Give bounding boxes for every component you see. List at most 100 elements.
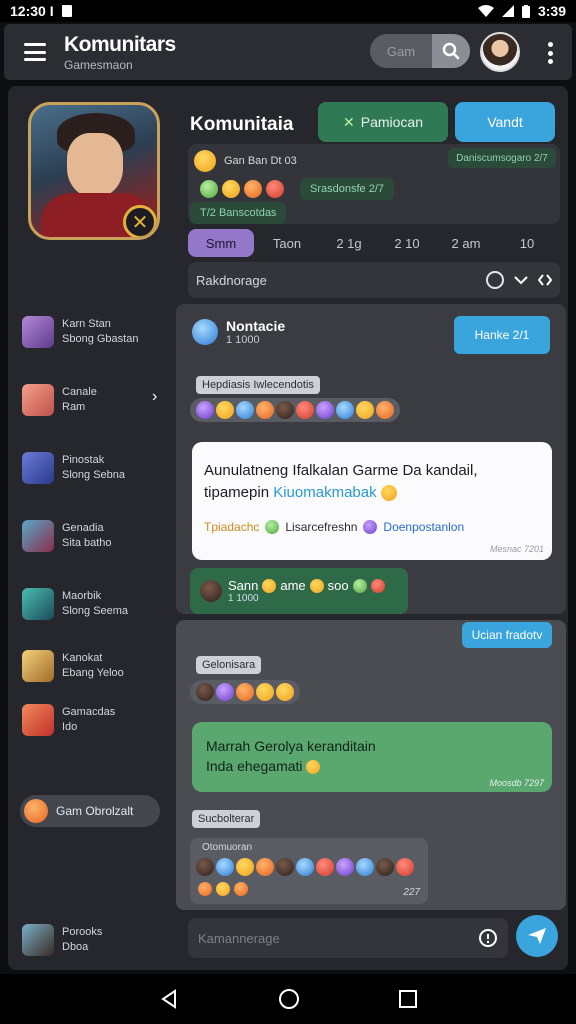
emoji-icon — [276, 858, 294, 876]
emoji-icon — [370, 578, 385, 593]
sidebar-item-sub: Slong Seema — [62, 605, 129, 617]
message-line: Aunulatneng Ifalkalan Garme Da kandail, — [204, 462, 478, 479]
chevron-down-icon[interactable] — [514, 275, 528, 285]
more-options-icon[interactable] — [547, 42, 553, 64]
emoji-icon — [198, 882, 212, 896]
reaction-row[interactable] — [190, 398, 400, 422]
primary-action-button[interactable]: ✕ Pamiocan — [318, 102, 448, 142]
chat-bubble-right[interactable]: Ucian fradotv — [462, 622, 552, 648]
sidebar-item-sub: Sita batho — [62, 537, 112, 549]
message-bubble-white[interactable]: Aunulatneng Ifalkalan Garme Da kandail, … — [192, 442, 552, 560]
back-icon[interactable] — [159, 989, 179, 1009]
emoji-icon — [216, 882, 230, 896]
sidebar-item-name: Karn Stan — [62, 318, 111, 330]
message-composer[interactable]: Kamannerage — [188, 918, 508, 958]
sidebar-item-5[interactable]: Kanokat Ebang Yeloo — [22, 650, 172, 682]
sidebar-item-4[interactable]: Maorbik Slong Seema — [22, 588, 172, 620]
sidebar-item-name: Gamacdas — [62, 706, 116, 718]
sidebar-item-3[interactable]: Genadia Sita batho — [22, 520, 172, 552]
sidebar-avatar — [22, 704, 54, 736]
secondary-action-button[interactable]: Vandt — [455, 102, 555, 142]
sidebar-item-6[interactable]: Gamacdas Ido — [22, 704, 172, 736]
chat-user-avatar — [200, 580, 222, 602]
chat-bubble-right[interactable]: Hanke 2/1 — [454, 316, 550, 354]
profile-avatar[interactable] — [480, 32, 520, 72]
emoji-icon — [216, 858, 234, 876]
emoji-picker-icon[interactable] — [478, 928, 498, 948]
chat-area: Nontacie 1 1000 Hanke 2/1 Hepdiasis Iwle… — [176, 304, 566, 910]
message-highlight[interactable]: Kiuomakmabak — [273, 484, 376, 501]
message-bubble-green-short[interactable]: Sann ame soo 1 1000 — [190, 568, 408, 614]
emoji-icon — [396, 858, 414, 876]
emoji-icon — [265, 520, 280, 534]
sidebar-item-name: Kanokat — [62, 652, 103, 664]
message-bubble-green[interactable]: Marrah Gerolya keranditain Inda ehegamat… — [192, 722, 552, 792]
search-button[interactable] — [432, 34, 470, 68]
emoji-icon — [316, 858, 334, 876]
message-link[interactable]: Doenpostanlon — [383, 520, 464, 534]
sidebar-item-1[interactable]: Canale Ram › — [22, 384, 172, 416]
tab-2[interactable]: 2 1g — [320, 229, 378, 257]
filter-toggle-icon[interactable] — [486, 271, 504, 289]
chat-chip: Gelonisara — [196, 656, 262, 674]
tab-4[interactable]: 2 am — [436, 229, 496, 257]
message-line: tipamepin — [204, 484, 270, 501]
footer-note: T/2 Banscotdas — [190, 202, 287, 224]
status-time-right: 3:39 — [537, 3, 566, 19]
sidebar-item-name: Maorbik — [62, 590, 102, 602]
tab-5[interactable]: 10 — [496, 229, 558, 257]
emoji-icon — [256, 683, 274, 701]
sidebar-avatar — [22, 650, 54, 682]
message-input-placeholder[interactable]: Kamannerage — [198, 931, 478, 946]
chat-user-name: Nontacie — [226, 318, 286, 334]
sidebar-avatar — [22, 452, 54, 484]
game-avatar-icon — [24, 799, 48, 823]
message-meta: 1 1000 — [228, 593, 259, 604]
reaction-row[interactable] — [190, 680, 300, 704]
tab-1[interactable]: Taon — [254, 229, 320, 257]
search-box[interactable]: Gam — [370, 34, 470, 68]
tab-bar: Smm Taon 2 1g 2 10 2 am 10 — [188, 228, 560, 258]
emoji-card[interactable]: Otomuoran 227 — [190, 838, 428, 904]
filter-label: Rakdnorage — [196, 272, 267, 288]
emoji-icon — [196, 858, 214, 876]
menu-icon[interactable] — [24, 43, 46, 61]
emoji-icon — [222, 180, 240, 198]
filter-bar[interactable]: Rakdnorage — [188, 262, 560, 298]
emoji-icon — [380, 485, 397, 502]
share-icon[interactable] — [538, 273, 552, 287]
signal-icon — [501, 5, 514, 17]
recents-icon[interactable] — [398, 990, 417, 1008]
message-link[interactable]: Lisarcefreshn — [285, 520, 357, 534]
message-line: Marrah Gerolya keranditain — [206, 738, 376, 754]
app-bar: Komunitars Gamesmaon Gam — [4, 24, 572, 80]
tab-0[interactable]: Smm — [188, 229, 254, 257]
tab-3[interactable]: 2 10 — [378, 229, 436, 257]
sidebar-item-2[interactable]: Pinostak Slong Sebna — [22, 452, 172, 484]
message-link[interactable]: Tpiadachc — [204, 520, 259, 534]
community-avatar[interactable]: ✕ — [28, 102, 160, 240]
sidebar-avatar — [22, 520, 54, 552]
sidebar-item-0[interactable]: Karn Stan Sbong Gbastan — [22, 316, 172, 348]
emoji-icon — [256, 858, 274, 876]
message-timestamp: Moosdb 7297 — [489, 778, 544, 788]
sidebar-item-sub: Ebang Yeloo — [62, 667, 124, 679]
sidebar-game-chat-pill[interactable]: Gam Obrolzalt — [20, 795, 160, 827]
emoji-icon — [363, 520, 378, 534]
message-text: soo — [327, 578, 349, 593]
sidebar-footer-user[interactable]: Porooks Dboa — [22, 924, 172, 956]
sidebar-item-name: Porooks — [62, 926, 103, 938]
status-bar: 12:30 I 3:39 — [0, 0, 576, 22]
emoji-icon — [356, 401, 374, 419]
search-placeholder[interactable]: Gam — [370, 44, 432, 59]
info-stamp: Daniscumsogaro 2/7 — [448, 148, 556, 168]
send-button[interactable] — [516, 915, 558, 957]
sidebar-item-sub: Slong Sebna — [62, 469, 125, 481]
emoji-icon — [236, 401, 254, 419]
sidebar-item-name: Genadia — [62, 522, 104, 534]
emoji-icon — [200, 180, 218, 198]
emoji-icon — [262, 578, 277, 593]
home-icon[interactable] — [278, 988, 300, 1010]
emoji-icon — [196, 683, 214, 701]
emoji-icon — [296, 858, 314, 876]
